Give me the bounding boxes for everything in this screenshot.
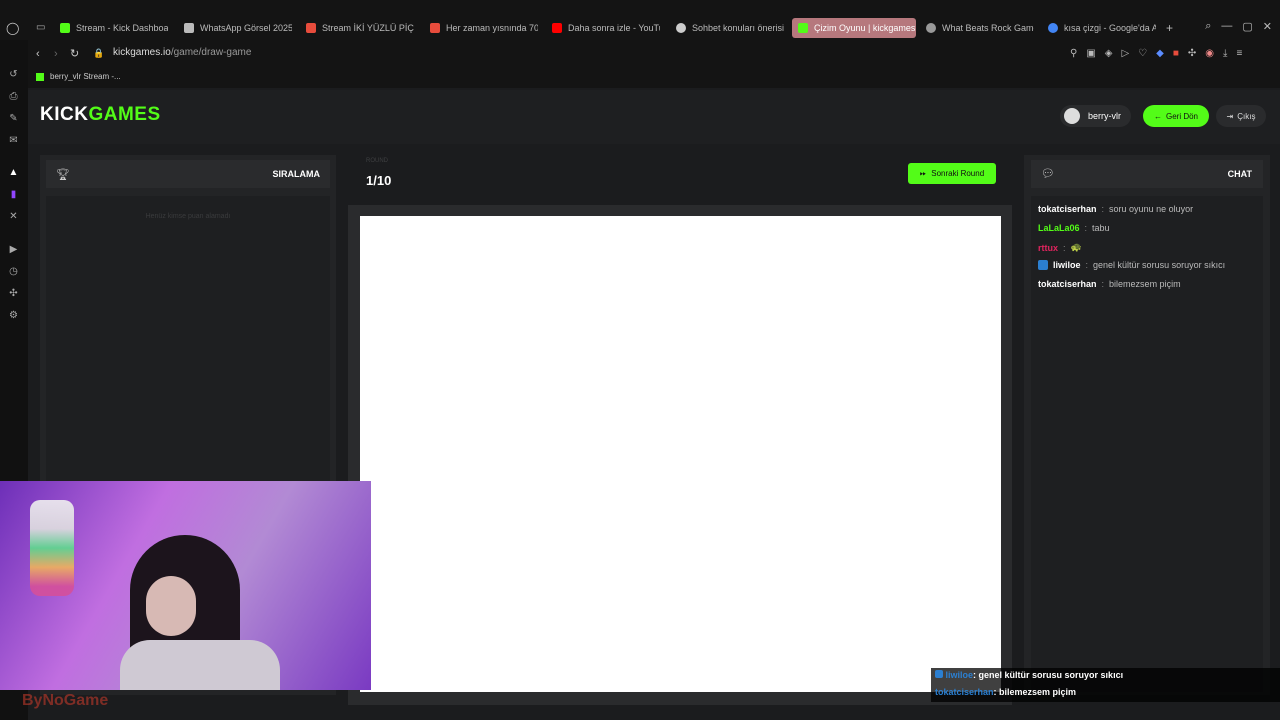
twitch-icon[interactable]: ▮ (7, 188, 20, 201)
tab-cizim-oyunu[interactable]: Çizim Oyunu | kickgames (792, 18, 916, 38)
turtle-emote-icon: 🐢 (1070, 242, 1082, 252)
arrow-left-icon: ← (1153, 111, 1162, 121)
printer-icon[interactable]: ⎙ (7, 90, 20, 103)
player-icon[interactable]: ▶ (7, 243, 20, 256)
bookmarks-bar (28, 68, 1280, 88)
tab-chatgpt[interactable]: Sohbet konuları önerisi (676, 18, 784, 38)
maximize-icon[interactable]: ▢ (1242, 20, 1252, 33)
leaderboard-empty-text: Henüz kimse puan alamadı (145, 213, 231, 220)
kick-icon (36, 72, 44, 81)
history-icon[interactable]: ↺ (7, 68, 20, 81)
browser-menu-icon[interactable]: ◯ (6, 21, 19, 35)
trophy-icon: 🏆︎ (56, 169, 70, 181)
google-icon (1048, 23, 1058, 33)
tab-whatsapp[interactable]: WhatsApp Görsel 2025 (184, 18, 292, 38)
new-tab-button[interactable]: + (1166, 21, 1173, 35)
aria-icon[interactable]: ▲ (7, 166, 20, 179)
pin-icon[interactable]: ⚲ (1070, 48, 1077, 59)
vpn-icon[interactable]: ◆ (1156, 48, 1164, 59)
next-round-button[interactable]: ⏩︎ Sonraki Round (908, 163, 996, 184)
extension-red-icon[interactable]: ■ (1173, 48, 1179, 59)
round-label: ROUND (366, 158, 388, 164)
tab-what-beats-rock[interactable]: What Beats Rock Game (926, 18, 1034, 38)
tab-stream[interactable]: Stream İKİ YÜZLÜ PİÇ b (306, 18, 414, 38)
stream-icon (306, 23, 316, 33)
tab-kick-dashboard[interactable]: Stream - Kick Dashboard (60, 18, 168, 38)
watermark: ByNoGame (22, 692, 109, 709)
site-icon (430, 23, 440, 33)
url-field[interactable]: kickgames.io/game/draw-game (84, 47, 251, 58)
chat-message: LaLaLa06: tabu (1038, 223, 1110, 233)
puzzle-icon[interactable]: ✣ (1188, 48, 1196, 59)
kickgames-icon (798, 23, 808, 33)
messenger-icon[interactable]: ✉ (7, 134, 20, 147)
logout-button[interactable]: ⇥ Çıkış (1216, 105, 1266, 127)
notes-icon[interactable]: ✎ (7, 112, 20, 125)
fast-forward-icon: ⏩︎ (919, 168, 927, 178)
forward-nav-icon[interactable]: › (54, 48, 58, 60)
back-button[interactable]: ← Geri Dön (1143, 105, 1209, 127)
rgb-lamp (30, 500, 74, 596)
chat-messages (1031, 196, 1263, 692)
reload-icon[interactable]: ↻ (70, 47, 79, 60)
search-tabs-icon[interactable]: ⌕ (1205, 20, 1211, 33)
youtube-icon (552, 23, 562, 33)
window-controls: ⌕ — ▢ ✕ (1205, 20, 1272, 33)
chat-bubble-icon: 💬︎ (1041, 168, 1055, 180)
close-icon[interactable]: ✕ (1263, 20, 1272, 33)
overlay-message: liwiloe: genel kültür sorusu soruyor sık… (935, 670, 1123, 680)
extensions-icon[interactable]: ✣ (7, 287, 20, 300)
streamer-face (146, 576, 196, 636)
leaderboard-title: SIRALAMA (272, 169, 321, 179)
profile-icon[interactable]: ◉ (1205, 48, 1214, 59)
extension-toolbar: ⚲ ▣ ◈ ▷ ♡ ◆ ■ ✣ ◉ ⤓ ≡ (1070, 48, 1242, 59)
chat-message: rttux: 🐢 (1038, 242, 1082, 253)
bookmark-item[interactable]: berry_vlr Stream -... (36, 72, 121, 81)
tab-her-zaman[interactable]: Her zaman yısnında 70b (430, 18, 538, 38)
tab-google-search[interactable]: kısa çizgi - Google'da A (1048, 18, 1156, 38)
chat-title: CHAT (1227, 169, 1252, 179)
kick-icon (60, 23, 70, 33)
x-icon[interactable]: ✕ (7, 210, 20, 223)
subscriber-badge-icon (1038, 260, 1048, 270)
snapshot-icon[interactable]: ▣ (1086, 48, 1095, 59)
overlay-message: tokatciserhan: bilemezsem piçim (935, 687, 1077, 697)
kickgames-logo[interactable]: KICKGAMES (40, 104, 161, 126)
logout-icon: ⇥ (1226, 111, 1234, 121)
avatar (1064, 108, 1080, 124)
chat-message: tokatciserhan: bilemezsem piçim (1038, 279, 1181, 289)
chat-message: tokatciserhan: soru oyunu ne oluyor (1038, 204, 1194, 214)
drawing-canvas[interactable] (360, 216, 1001, 692)
pocket-icon[interactable]: ◈ (1105, 48, 1113, 59)
user-profile-chip[interactable]: berry-vlr (1060, 105, 1131, 127)
heart-icon[interactable]: ♡ (1138, 48, 1147, 59)
send-icon[interactable]: ▷ (1121, 48, 1129, 59)
subscriber-badge-icon (935, 670, 943, 678)
tab-workspace-icon[interactable]: ▭ (36, 22, 45, 33)
settings-icon[interactable]: ⚙ (7, 309, 20, 322)
streamer-shirt (120, 640, 280, 690)
tab-youtube[interactable]: Daha sonra izle - YouTube (552, 18, 660, 38)
rock-icon (926, 23, 936, 33)
leaderboard-list (46, 196, 330, 486)
menu-icon[interactable]: ≡ (1236, 48, 1242, 59)
clock-icon[interactable]: ◷ (7, 265, 20, 278)
back-nav-icon[interactable]: ‹ (36, 48, 40, 60)
file-icon (184, 23, 194, 33)
download-icon[interactable]: ⤓ (1223, 48, 1227, 59)
minimize-icon[interactable]: — (1221, 20, 1232, 33)
round-counter: 1/10 (366, 173, 392, 188)
chat-message: liwiloe: genel kültür sorusu soruyor sıkı… (1038, 260, 1225, 270)
chatgpt-icon (676, 23, 686, 33)
